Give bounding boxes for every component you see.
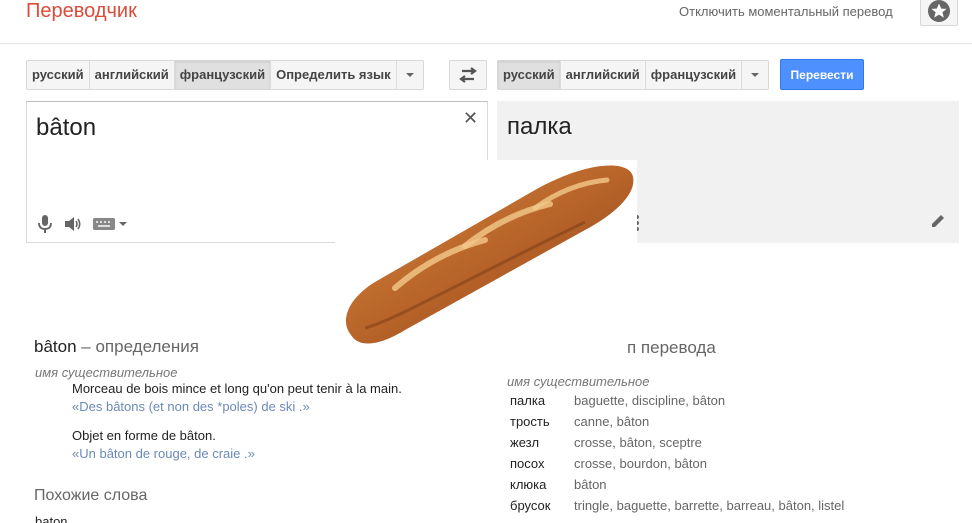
swap-languages-button[interactable] — [449, 60, 487, 90]
definition-text: Objet en forme de bâton. — [72, 428, 216, 443]
chevron-down-icon — [751, 73, 760, 77]
definition-text: Morceau de bois mince et long qu'on peut… — [72, 381, 402, 396]
target-lang-english[interactable]: английский — [561, 61, 646, 89]
source-lang-detect[interactable]: Определить язык — [271, 61, 397, 89]
target-lang-russian[interactable]: русский — [498, 61, 561, 89]
translation-row: посох crosse, bourdon, bâton — [510, 456, 707, 471]
translations-heading: п перевода — [627, 338, 716, 357]
translation-synonyms: bâton — [574, 477, 607, 492]
translation-word[interactable]: жезл — [510, 435, 574, 450]
translation-synonyms: crosse, bourdon, bâton — [574, 456, 707, 471]
speaker-icon[interactable] — [63, 215, 83, 233]
header-divider — [0, 43, 972, 44]
definitions-heading-rest: – определения — [76, 337, 199, 356]
translation-text[interactable]: палка — [507, 113, 572, 141]
translation-word[interactable]: трость — [510, 414, 574, 429]
target-lang-dropdown[interactable] — [742, 61, 768, 89]
translation-row: трость canne, bâton — [510, 414, 649, 429]
clear-icon[interactable]: ✕ — [463, 108, 478, 129]
source-text[interactable]: bâton — [36, 114, 96, 142]
swap-icon — [459, 67, 477, 83]
translation-row: жезл crosse, bâton, sceptre — [510, 435, 702, 450]
translation-synonyms: canne, bâton — [574, 414, 650, 429]
definition-example: «Un bâton de rouge, de craie .» — [72, 446, 255, 461]
target-language-bar: русский английский французский — [497, 60, 770, 90]
definitions-heading: bâton – определения — [34, 337, 199, 357]
similar-word[interactable]: baton — [35, 514, 68, 523]
source-lang-russian[interactable]: русский — [27, 61, 90, 89]
source-lang-english[interactable]: английский — [90, 61, 175, 89]
translation-synonyms: baguette, discipline, bâton — [574, 393, 726, 408]
translation-row: клюка bâton — [510, 477, 607, 492]
source-tools — [37, 214, 127, 234]
translate-button[interactable]: Перевести — [780, 59, 864, 90]
source-lang-dropdown[interactable] — [397, 61, 423, 89]
translation-row: палка baguette, discipline, bâton — [510, 393, 725, 408]
favorites-button[interactable] — [920, 0, 958, 26]
translation-synonyms: tringle, baguette, barrette, barreau, bâ… — [574, 498, 845, 513]
definitions-part-of-speech: имя существительное — [35, 365, 178, 380]
microphone-icon[interactable] — [37, 214, 53, 234]
target-lang-french[interactable]: французский — [646, 61, 743, 89]
star-icon — [928, 0, 950, 22]
translation-word[interactable]: палка — [510, 393, 574, 408]
translation-synonyms: crosse, bâton, sceptre — [574, 435, 702, 450]
keyboard-icon[interactable] — [93, 217, 127, 231]
translation-word[interactable]: брусок — [510, 498, 574, 513]
instant-translation-toggle[interactable]: Отключить моментальный перевод — [679, 4, 893, 19]
translation-word[interactable]: посох — [510, 456, 574, 471]
definitions-word: bâton — [34, 337, 77, 356]
definition-example: «Des bâtons (et non des *poles) de ski .… — [72, 399, 310, 414]
pencil-icon[interactable] — [930, 213, 946, 229]
app-title: Переводчик — [26, 0, 137, 22]
similar-words-heading: Похожие слова — [34, 487, 148, 504]
source-lang-french[interactable]: французский — [174, 61, 272, 89]
chevron-down-icon — [405, 73, 414, 77]
source-language-bar: русский английский французский Определит… — [26, 60, 424, 90]
chevron-down-icon — [119, 222, 127, 226]
translations-part-of-speech: имя существительное — [507, 374, 650, 389]
baguette-image — [335, 160, 637, 360]
translation-word[interactable]: клюка — [510, 477, 574, 492]
translation-row: брусок tringle, baguette, barrette, barr… — [510, 498, 844, 513]
